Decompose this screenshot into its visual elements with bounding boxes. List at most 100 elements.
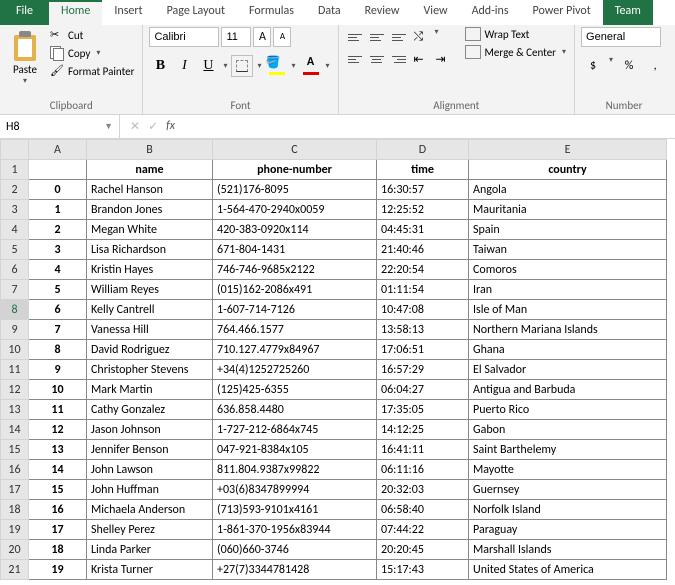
cell-a3[interactable]: 1 [29, 200, 87, 220]
cell-b14[interactable]: Jason Johnson [87, 420, 213, 440]
align-bottom-button[interactable] [389, 27, 409, 47]
align-top-button[interactable] [345, 27, 365, 47]
tab-view[interactable]: View [412, 0, 460, 25]
cell-b17[interactable]: John Huffman [87, 480, 213, 500]
row-header-12[interactable]: 12 [1, 380, 29, 400]
row-header-18[interactable]: 18 [1, 500, 29, 520]
number-format-select[interactable] [581, 27, 661, 47]
cell-e19[interactable]: Paraguay [469, 520, 667, 540]
align-right-button[interactable] [389, 49, 409, 69]
tab-review[interactable]: Review [353, 0, 412, 25]
cell-b10[interactable]: David Rodriguez [87, 340, 213, 360]
cell-c20[interactable]: (060)660-3746 [213, 540, 377, 560]
row-header-8[interactable]: 8 [1, 300, 29, 320]
tab-add-ins[interactable]: Add-ins [460, 0, 521, 25]
cell-b11[interactable]: Christopher Stevens [87, 360, 213, 380]
cell-a13[interactable]: 11 [29, 400, 87, 420]
cell-d19[interactable]: 07:44:22 [377, 520, 469, 540]
cell-e7[interactable]: Iran [469, 280, 667, 300]
orientation-dropdown-icon[interactable]: ▾ [433, 27, 441, 47]
cell-b13[interactable]: Cathy Gonzalez [87, 400, 213, 420]
copy-dropdown-icon[interactable]: ▾ [94, 48, 102, 58]
font-size-select[interactable] [221, 27, 251, 47]
cell-e8[interactable]: Isle of Man [469, 300, 667, 320]
cell-c21[interactable]: +27(7)3344781428 [213, 560, 377, 580]
row-header-10[interactable]: 10 [1, 340, 29, 360]
bold-button[interactable]: B [149, 55, 171, 77]
cell-e12[interactable]: Antigua and Barbuda [469, 380, 667, 400]
row-header-14[interactable]: 14 [1, 420, 29, 440]
increase-indent-button[interactable]: ⇥ [433, 49, 453, 69]
cell-c6[interactable]: 746-746-9685x2122 [213, 260, 377, 280]
row-header-16[interactable]: 16 [1, 460, 29, 480]
cell-b7[interactable]: William Reyes [87, 280, 213, 300]
merge-dropdown-icon[interactable]: ▾ [560, 47, 568, 57]
cell-d17[interactable]: 20:32:03 [377, 480, 469, 500]
italic-button[interactable]: I [173, 55, 195, 77]
decrease-font-button[interactable]: A [273, 27, 291, 47]
name-box[interactable]: H8 ▼ [0, 115, 120, 138]
cell-e2[interactable]: Angola [469, 180, 667, 200]
currency-button[interactable]: $ [581, 55, 605, 77]
row-header-7[interactable]: 7 [1, 280, 29, 300]
cell-b19[interactable]: Shelley Perez [87, 520, 213, 540]
cell-c7[interactable]: (015)162-2086x491 [213, 280, 377, 300]
tab-insert[interactable]: Insert [102, 0, 154, 25]
paste-dropdown-icon[interactable]: ▾ [21, 76, 29, 86]
cell-d5[interactable]: 21:40:46 [377, 240, 469, 260]
cell-e13[interactable]: Puerto Rico [469, 400, 667, 420]
cell-a5[interactable]: 3 [29, 240, 87, 260]
underline-dropdown-icon[interactable]: ▾ [221, 61, 229, 71]
cell-e16[interactable]: Mayotte [469, 460, 667, 480]
tab-home[interactable]: Home [49, 0, 102, 25]
cell-d15[interactable]: 16:41:11 [377, 440, 469, 460]
align-center-button[interactable] [367, 49, 387, 69]
col-header-d[interactable]: D [377, 140, 469, 160]
fill-color-button[interactable]: 🪣 [266, 55, 288, 77]
cell-b8[interactable]: Kelly Cantrell [87, 300, 213, 320]
cell-e9[interactable]: Northern Mariana Islands [469, 320, 667, 340]
cell-a10[interactable]: 8 [29, 340, 87, 360]
cell-b1[interactable]: name [87, 160, 213, 180]
cell-c2[interactable]: (521)176-8095 [213, 180, 377, 200]
col-header-a[interactable]: A [29, 140, 87, 160]
insert-function-button[interactable]: fx [166, 119, 175, 134]
cell-e15[interactable]: Saint Barthelemy [469, 440, 667, 460]
cell-c9[interactable]: 764.466.1577 [213, 320, 377, 340]
percent-button[interactable]: % [617, 55, 641, 77]
cell-d14[interactable]: 14:12:25 [377, 420, 469, 440]
cell-a1[interactable] [29, 160, 87, 180]
paste-button[interactable]: Paste ▾ [6, 27, 44, 88]
cell-b3[interactable]: Brandon Jones [87, 200, 213, 220]
orientation-button[interactable]: ⤭ [411, 27, 431, 47]
cell-d12[interactable]: 06:04:27 [377, 380, 469, 400]
col-header-c[interactable]: C [213, 140, 377, 160]
cell-c15[interactable]: 047-921-8384x105 [213, 440, 377, 460]
cell-d10[interactable]: 17:06:51 [377, 340, 469, 360]
cell-e17[interactable]: Guernsey [469, 480, 667, 500]
tab-page-layout[interactable]: Page Layout [155, 0, 237, 25]
cell-c8[interactable]: 1-607-714-7126 [213, 300, 377, 320]
cell-b9[interactable]: Vanessa Hill [87, 320, 213, 340]
cell-b16[interactable]: John Lawson [87, 460, 213, 480]
tab-file[interactable]: File [0, 0, 49, 25]
cell-a12[interactable]: 10 [29, 380, 87, 400]
merge-center-button[interactable]: Merge & Center▾ [465, 45, 569, 59]
cell-c17[interactable]: +03(6)8347899994 [213, 480, 377, 500]
copy-button[interactable]: Copy▾ [48, 45, 136, 61]
row-header-17[interactable]: 17 [1, 480, 29, 500]
cell-a8[interactable]: 6 [29, 300, 87, 320]
cell-a20[interactable]: 18 [29, 540, 87, 560]
cell-c4[interactable]: 420-383-0920x114 [213, 220, 377, 240]
cell-e14[interactable]: Gabon [469, 420, 667, 440]
wrap-text-button[interactable]: Wrap Text [465, 27, 569, 41]
cell-b21[interactable]: Krista Turner [87, 560, 213, 580]
row-header-3[interactable]: 3 [1, 200, 29, 220]
cell-b15[interactable]: Jennifer Benson [87, 440, 213, 460]
cell-b20[interactable]: Linda Parker [87, 540, 213, 560]
underline-button[interactable]: U [197, 55, 219, 77]
row-header-19[interactable]: 19 [1, 520, 29, 540]
cell-b5[interactable]: Lisa Richardson [87, 240, 213, 260]
cell-d9[interactable]: 13:58:13 [377, 320, 469, 340]
cell-e6[interactable]: Comoros [469, 260, 667, 280]
